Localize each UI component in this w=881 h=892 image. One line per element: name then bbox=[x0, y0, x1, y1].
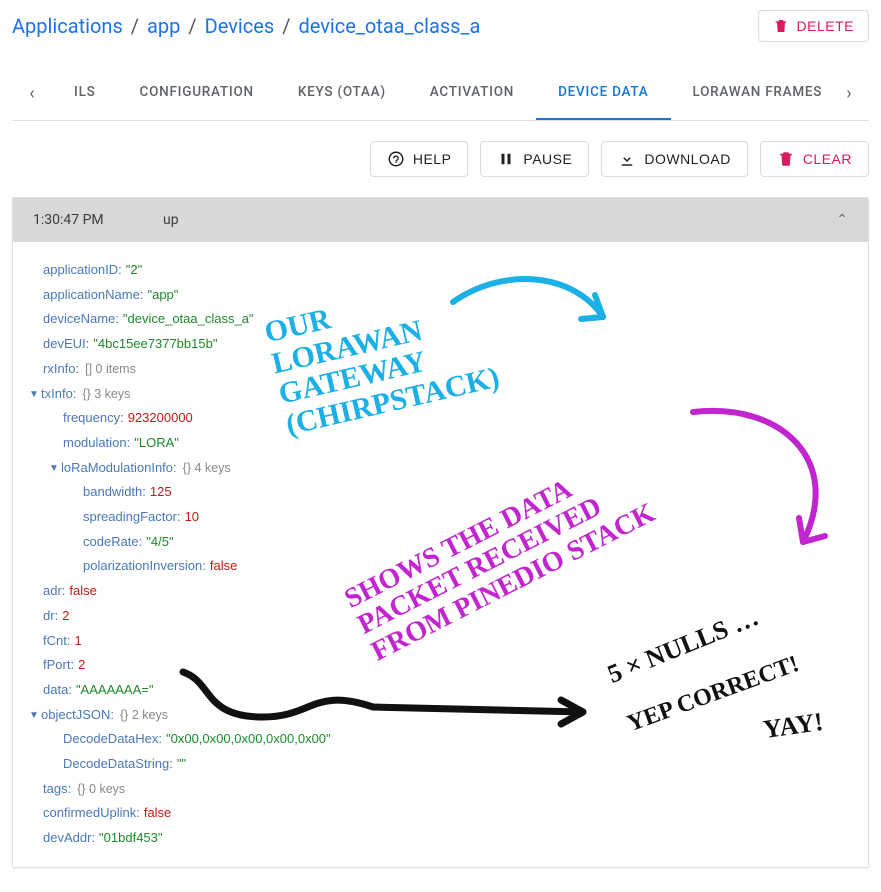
chevron-up-icon: ⌃ bbox=[836, 212, 848, 228]
json-row-devaddr[interactable]: devAddr:"01bdf453" bbox=[43, 826, 858, 851]
json-tree: applicationID:"2" applicationName:"app" … bbox=[43, 258, 858, 851]
breadcrumb-applications[interactable]: Applications bbox=[12, 14, 123, 38]
tab-keys-otaa[interactable]: KEYS (OTAA) bbox=[276, 66, 408, 120]
tab-activation[interactable]: ACTIVATION bbox=[408, 66, 536, 120]
event-body: applicationID:"2" applicationName:"app" … bbox=[13, 242, 868, 867]
json-row-frequency[interactable]: frequency:923200000 bbox=[43, 406, 858, 431]
trash-icon bbox=[777, 150, 795, 168]
clear-button[interactable]: CLEAR bbox=[760, 141, 869, 177]
breadcrumb-sep: / bbox=[188, 14, 196, 38]
json-row-fport[interactable]: fPort:2 bbox=[43, 653, 858, 678]
json-row-bandwidth[interactable]: bandwidth:125 bbox=[43, 480, 858, 505]
json-row-confirmeduplink[interactable]: confirmedUplink:false bbox=[43, 801, 858, 826]
json-row-txinfo[interactable]: ▼txInfo:{} 3 keys bbox=[43, 382, 858, 407]
json-row-fcnt[interactable]: fCnt:1 bbox=[43, 629, 858, 654]
json-row-dr[interactable]: dr:2 bbox=[43, 604, 858, 629]
event-time: 1:30:47 PM bbox=[33, 212, 163, 228]
json-row-objectjson[interactable]: ▼objectJSON:{} 2 keys bbox=[43, 703, 858, 728]
tabs-scroll-left[interactable]: ‹ bbox=[12, 83, 52, 104]
json-row-spreadingfactor[interactable]: spreadingFactor:10 bbox=[43, 505, 858, 530]
event-accordion: 1:30:47 PM up ⌃ applicationID:"2" applic… bbox=[12, 197, 869, 868]
json-row-polarizationinversion[interactable]: polarizationInversion:false bbox=[43, 554, 858, 579]
json-row-deveui[interactable]: devEUI:"4bc15ee7377bb15b" bbox=[43, 332, 858, 357]
breadcrumb-devices[interactable]: Devices bbox=[205, 14, 275, 38]
json-row-applicationid[interactable]: applicationID:"2" bbox=[43, 258, 858, 283]
json-row-loramodulationinfo[interactable]: ▼loRaModulationInfo:{} 4 keys bbox=[43, 456, 858, 481]
pause-button[interactable]: PAUSE bbox=[480, 141, 589, 177]
action-bar: HELP PAUSE DOWNLOAD CLEAR bbox=[12, 141, 869, 177]
tabs-scroll-right[interactable]: › bbox=[829, 83, 869, 104]
pause-icon bbox=[497, 150, 515, 168]
caret-down-icon: ▼ bbox=[49, 459, 61, 478]
help-button[interactable]: HELP bbox=[370, 141, 469, 177]
json-row-decodedatastring[interactable]: DecodeDataString:"" bbox=[43, 752, 858, 777]
json-row-adr[interactable]: adr:false bbox=[43, 579, 858, 604]
breadcrumb-sep: / bbox=[282, 14, 290, 38]
json-row-data[interactable]: data:"AAAAAAA=" bbox=[43, 678, 858, 703]
download-button-label: DOWNLOAD bbox=[644, 151, 730, 167]
caret-down-icon: ▼ bbox=[29, 385, 41, 404]
tab-configuration[interactable]: CONFIGURATION bbox=[118, 66, 276, 120]
download-icon bbox=[618, 150, 636, 168]
breadcrumb-device-name[interactable]: device_otaa_class_a bbox=[298, 14, 480, 38]
delete-button-label: DELETE bbox=[797, 18, 854, 34]
json-row-devicename[interactable]: deviceName:"device_otaa_class_a" bbox=[43, 307, 858, 332]
json-row-coderate[interactable]: codeRate:"4/5" bbox=[43, 530, 858, 555]
pause-button-label: PAUSE bbox=[523, 151, 572, 167]
tab-device-data[interactable]: DEVICE DATA bbox=[536, 66, 670, 120]
trash-icon bbox=[773, 18, 789, 34]
clear-button-label: CLEAR bbox=[803, 151, 852, 167]
help-icon bbox=[387, 150, 405, 168]
tabs: ‹ ILS CONFIGURATION KEYS (OTAA) ACTIVATI… bbox=[12, 66, 869, 121]
help-button-label: HELP bbox=[413, 151, 452, 167]
json-row-decodedatahex[interactable]: DecodeDataHex:"0x00,0x00,0x00,0x00,0x00" bbox=[43, 727, 858, 752]
download-button[interactable]: DOWNLOAD bbox=[601, 141, 747, 177]
delete-button[interactable]: DELETE bbox=[758, 10, 869, 42]
breadcrumb: Applications / app / Devices / device_ot… bbox=[12, 14, 480, 38]
breadcrumb-app[interactable]: app bbox=[147, 14, 180, 38]
breadcrumb-sep: / bbox=[131, 14, 139, 38]
json-row-tags[interactable]: tags:{} 0 keys bbox=[43, 777, 858, 802]
caret-down-icon: ▼ bbox=[29, 706, 41, 725]
event-direction: up bbox=[163, 212, 836, 228]
json-row-modulation[interactable]: modulation:"LORA" bbox=[43, 431, 858, 456]
tab-ils[interactable]: ILS bbox=[52, 66, 118, 120]
event-header[interactable]: 1:30:47 PM up ⌃ bbox=[13, 198, 868, 242]
tab-lorawan-frames[interactable]: LORAWAN FRAMES bbox=[671, 66, 830, 120]
json-row-applicationname[interactable]: applicationName:"app" bbox=[43, 283, 858, 308]
json-row-rxinfo[interactable]: rxInfo:[] 0 items bbox=[43, 357, 858, 382]
